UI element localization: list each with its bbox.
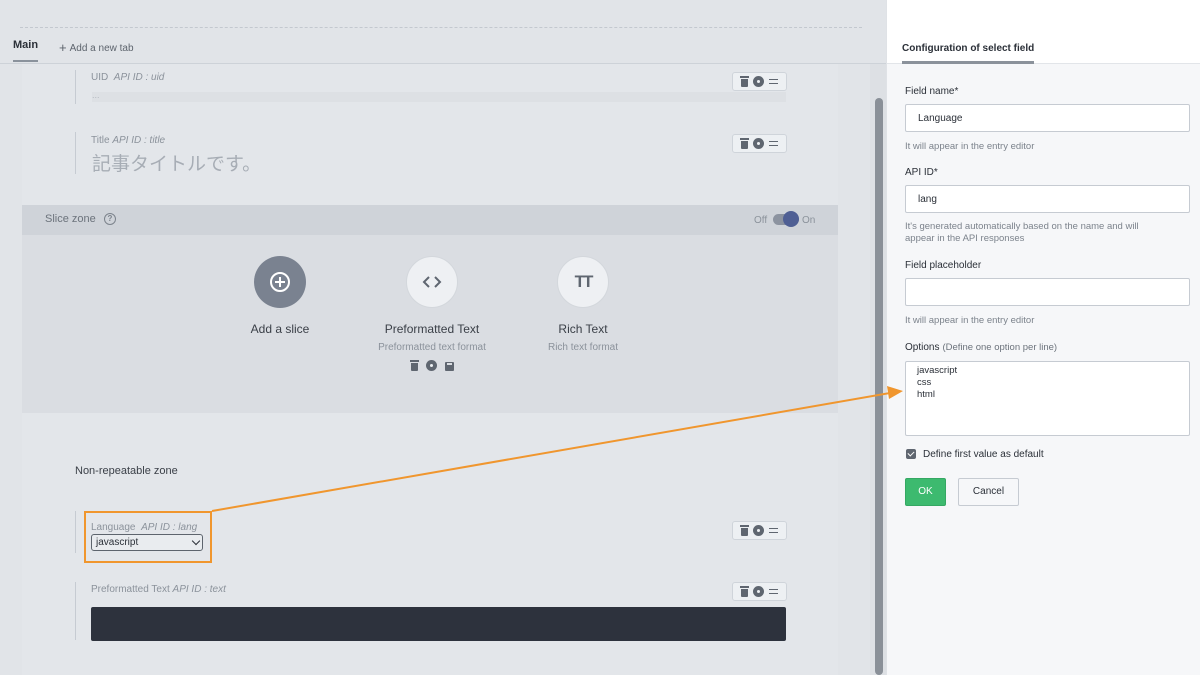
api-id-label: API ID*	[905, 167, 938, 178]
uid-label-text: UID	[91, 72, 109, 83]
plus-circle-icon	[254, 256, 306, 308]
drag-handle-icon[interactable]	[769, 141, 778, 146]
help-icon[interactable]: ?	[104, 213, 116, 225]
title-label-text: Title	[91, 135, 110, 146]
gear-icon[interactable]	[754, 526, 763, 535]
text-actions	[732, 582, 787, 601]
drag-handle-icon[interactable]	[769, 79, 778, 84]
field-bar	[75, 132, 76, 174]
annotation-highlight	[84, 511, 212, 563]
api-id-help-line-2: appear in the API responses	[905, 233, 1025, 244]
gear-icon[interactable]	[754, 587, 763, 596]
placeholder-help: It will appear in the entry editor	[905, 315, 1035, 326]
slice-actions	[362, 360, 502, 371]
default-value-checkbox[interactable]	[906, 449, 916, 459]
code-editor[interactable]	[91, 607, 786, 641]
uid-input[interactable]: ...	[92, 90, 786, 102]
gear-icon[interactable]	[426, 361, 436, 370]
slice-name: Rich Text	[558, 322, 608, 336]
config-panel: Configuration of select field Field name…	[886, 0, 1200, 675]
field-bar	[75, 582, 76, 640]
uid-actions	[732, 72, 787, 91]
text-label-text: Preformatted Text	[91, 584, 170, 595]
slice-name: Add a slice	[250, 322, 310, 336]
uid-api-id: API ID : uid	[113, 72, 165, 83]
slice-rich-text[interactable]: TT Rich Text Rich text format	[513, 256, 653, 353]
drag-handle-icon[interactable]	[769, 589, 778, 594]
title-input[interactable]: 記事タイトルです。	[92, 149, 261, 176]
placeholder-label: Field placeholder	[905, 260, 982, 271]
language-actions	[732, 521, 787, 540]
placeholder-input[interactable]	[905, 278, 1190, 306]
drag-handle-icon[interactable]	[769, 528, 778, 533]
slice-zone-bar: Slice zone ? Off On	[22, 205, 838, 235]
trash-icon[interactable]	[740, 585, 749, 597]
api-id-input[interactable]: lang	[905, 185, 1190, 213]
option-line: javascript	[917, 365, 958, 376]
title-label: Title API ID : title	[91, 135, 165, 146]
tab-main[interactable]: Main	[13, 39, 39, 62]
slice-desc: Preformatted text format	[378, 342, 486, 353]
field-bar	[75, 70, 76, 104]
field-bar	[75, 511, 76, 553]
slice-zone-title: Slice zone	[45, 213, 96, 225]
options-textarea[interactable]: javascript css html	[905, 361, 1190, 436]
toggle-knob[interactable]	[783, 211, 799, 227]
slice-area: Add a slice Preformatted Text Preformatt…	[22, 235, 838, 413]
slice-desc: Rich text format	[547, 342, 619, 353]
add-tab-button[interactable]: + Add a new tab	[59, 40, 134, 55]
code-icon	[406, 256, 458, 308]
cancel-button[interactable]: Cancel	[958, 478, 1019, 506]
plus-icon: +	[59, 40, 67, 55]
slice-preformatted-text[interactable]: Preformatted Text Preformatted text form…	[362, 256, 502, 371]
option-line: css	[917, 377, 932, 388]
text-format-glyph: TT	[574, 272, 594, 291]
text-api-id: API ID : text	[172, 584, 226, 595]
gear-icon[interactable]	[754, 139, 763, 148]
api-id-help: It's generated automatically based on th…	[905, 221, 1139, 245]
ok-button[interactable]: OK	[905, 478, 946, 506]
uid-field: UID API ID : uid	[75, 70, 795, 110]
gear-icon[interactable]	[754, 77, 763, 86]
api-id-help-line-1: It's generated automatically based on th…	[905, 221, 1139, 232]
default-value-label: Define first value as default	[923, 449, 1044, 460]
add-slice-button[interactable]: Add a slice	[230, 256, 330, 336]
nonrepeatable-zone-label: Non-repeatable zone	[75, 465, 178, 477]
title-api-id: API ID : title	[112, 135, 166, 146]
main-card: UID API ID : uid ... Title API ID : titl…	[22, 64, 838, 675]
trash-icon[interactable]	[409, 360, 419, 371]
field-name-help: It will appear in the entry editor	[905, 141, 1035, 152]
trash-icon[interactable]	[740, 75, 749, 87]
options-hint: (Define one option per line)	[942, 342, 1058, 353]
slice-name: Preformatted Text	[384, 322, 480, 336]
editor-area: Main + Add a new tab UID API ID : uid ...…	[0, 0, 886, 675]
toggle-on-label: On	[802, 215, 816, 226]
uid-label: UID API ID : uid	[91, 72, 164, 83]
scrollbar-thumb[interactable]	[875, 98, 883, 675]
top-divider	[20, 27, 862, 28]
toggle-off-label: Off	[754, 215, 768, 226]
text-format-icon: TT	[557, 256, 609, 308]
field-name-input[interactable]: Language	[905, 104, 1190, 132]
save-icon[interactable]	[444, 362, 454, 371]
options-label-text: Options	[905, 342, 940, 353]
trash-icon[interactable]	[740, 137, 749, 149]
title-actions	[732, 134, 787, 153]
option-line: html	[917, 389, 935, 400]
panel-header: Configuration of select field	[887, 0, 1200, 64]
field-name-label: Field name*	[905, 86, 959, 97]
panel-title: Configuration of select field	[902, 43, 1035, 64]
options-label: Options (Define one option per line)	[905, 342, 1057, 353]
text-label: Preformatted Text API ID : text	[91, 584, 226, 595]
trash-icon[interactable]	[740, 524, 749, 536]
uid-placeholder: ...	[92, 90, 100, 100]
tab-bar: Main + Add a new tab	[0, 36, 886, 64]
add-tab-label: Add a new tab	[69, 43, 134, 54]
